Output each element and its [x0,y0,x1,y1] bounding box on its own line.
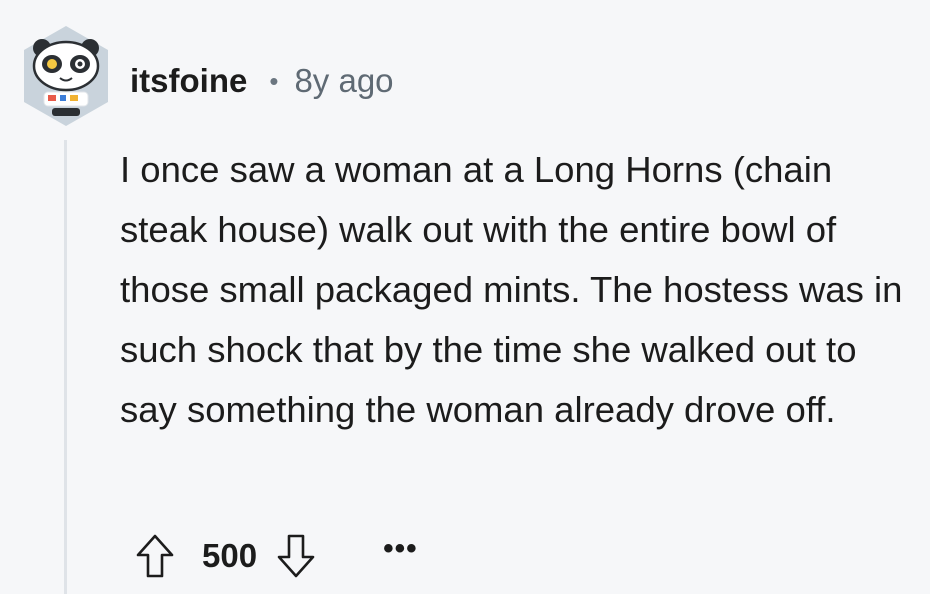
downvote-button[interactable] [273,530,319,582]
more-options-button[interactable]: ••• [383,534,418,578]
comment-card: itsfoine • 8y ago I once saw a woman at … [0,0,930,594]
thread-line[interactable] [64,140,67,594]
snoo-avatar-icon [24,26,108,126]
user-avatar[interactable] [22,24,110,128]
vote-score: 500 [202,537,258,574]
comment-body: I once saw a woman at a Long Horns (chai… [120,149,903,430]
username-link[interactable]: itsfoine [130,62,247,100]
comment-timestamp[interactable]: 8y ago [294,62,393,100]
meta-separator: • [269,65,279,96]
comment-meta: itsfoine • 8y ago [130,58,394,104]
downvote-arrow-icon [277,534,315,578]
upvote-button[interactable] [132,530,178,582]
upvote-arrow-icon [136,534,174,578]
comment-actions: 500 ••• [132,528,418,584]
